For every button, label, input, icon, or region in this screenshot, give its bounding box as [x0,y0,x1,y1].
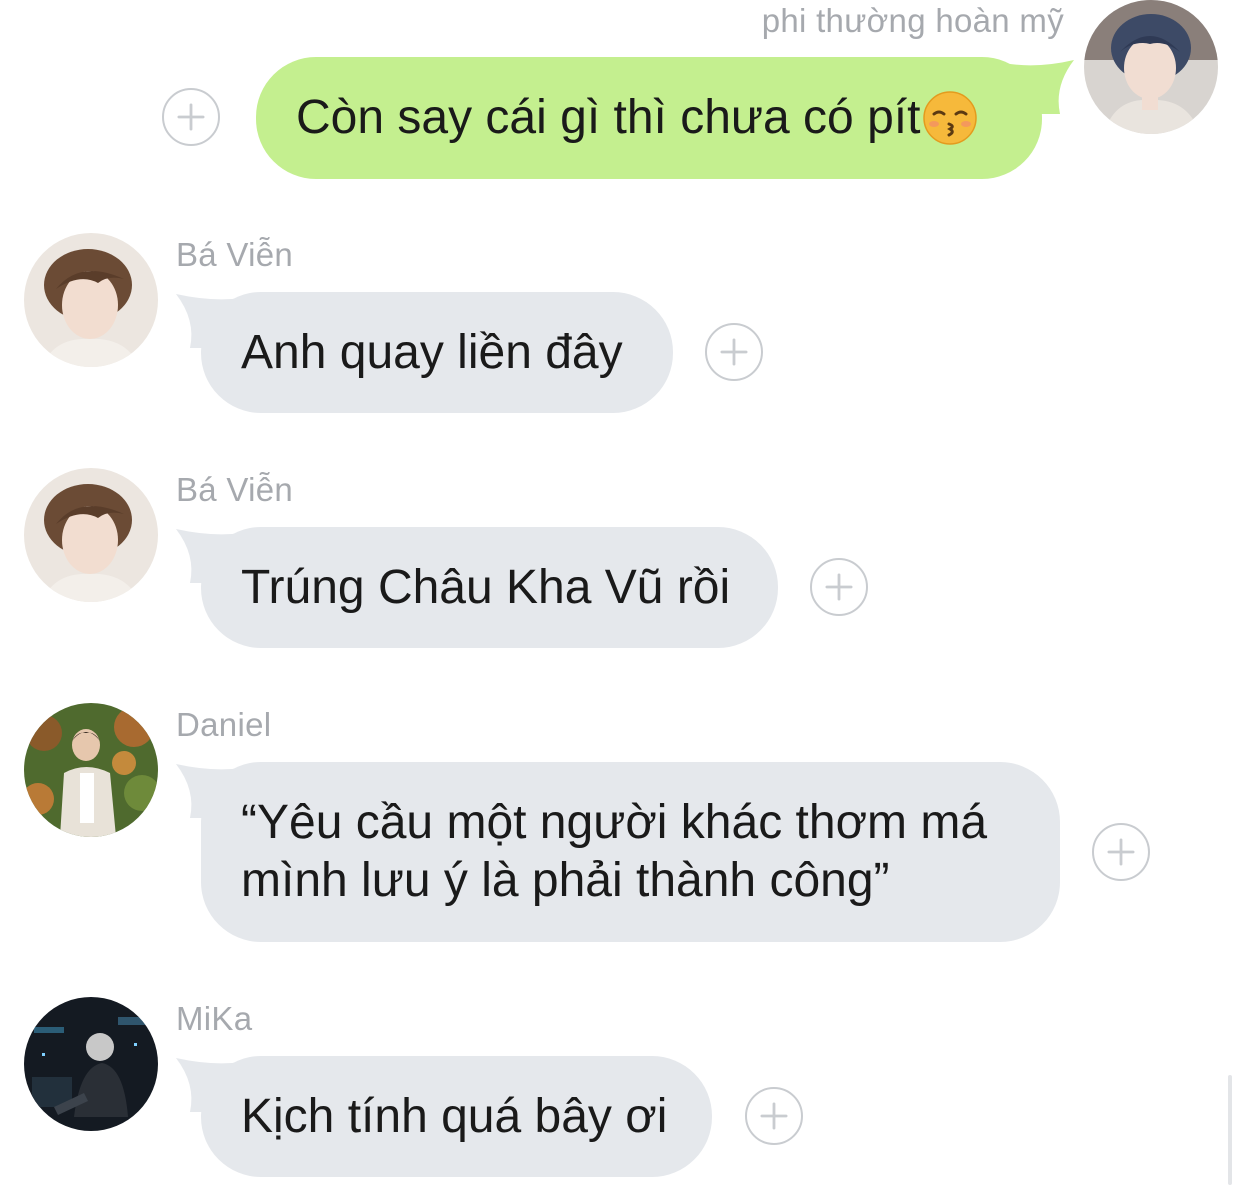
kissing-face-closed-eyes-icon [922,90,978,146]
message-bubble[interactable]: Trúng Châu Kha Vũ rồi [201,527,778,648]
add-reaction-button[interactable] [810,558,868,616]
message-bubble[interactable]: Kịch tính quá bây ơi [201,1056,712,1177]
message-text: Còn say cái gì thì chưa có pít [296,91,921,144]
message-bubble[interactable]: “Yêu cầu một người khác thơm má mình lưu… [201,762,1060,942]
plus-icon [1107,838,1135,866]
sender-name: MiKa [176,1000,253,1037]
avatar-phi-thuong-hoan-my[interactable] [1084,0,1218,134]
sender-name: Bá Viễn [176,471,294,508]
scrollbar[interactable] [1228,1075,1232,1185]
avatar-daniel[interactable] [24,703,158,837]
plus-icon [720,338,748,366]
sender-name: Bá Viễn [176,236,294,273]
message-bubble[interactable]: Còn say cái gì thì chưa có pít [256,57,1042,179]
add-reaction-button[interactable] [1092,823,1150,881]
plus-icon [760,1102,788,1130]
message-bubble[interactable]: Anh quay liền đây [201,292,673,413]
add-reaction-button[interactable] [705,323,763,381]
sender-name: Daniel [176,706,272,743]
sender-name: phi thường hoàn mỹ [761,2,1064,39]
add-reaction-button[interactable] [745,1087,803,1145]
plus-icon [825,573,853,601]
add-reaction-button[interactable] [162,88,220,146]
message-text: Kịch tính quá bây ơi [241,1089,668,1143]
message-text: Anh quay liền đây [241,325,623,379]
avatar-ba-vien[interactable] [24,468,158,602]
avatar-mika[interactable] [24,997,158,1131]
plus-icon [177,103,205,131]
message-text: Trúng Châu Kha Vũ rồi [241,560,731,614]
avatar-ba-vien[interactable] [24,233,158,367]
message-text: “Yêu cầu một người khác thơm má mình lưu… [241,796,988,907]
